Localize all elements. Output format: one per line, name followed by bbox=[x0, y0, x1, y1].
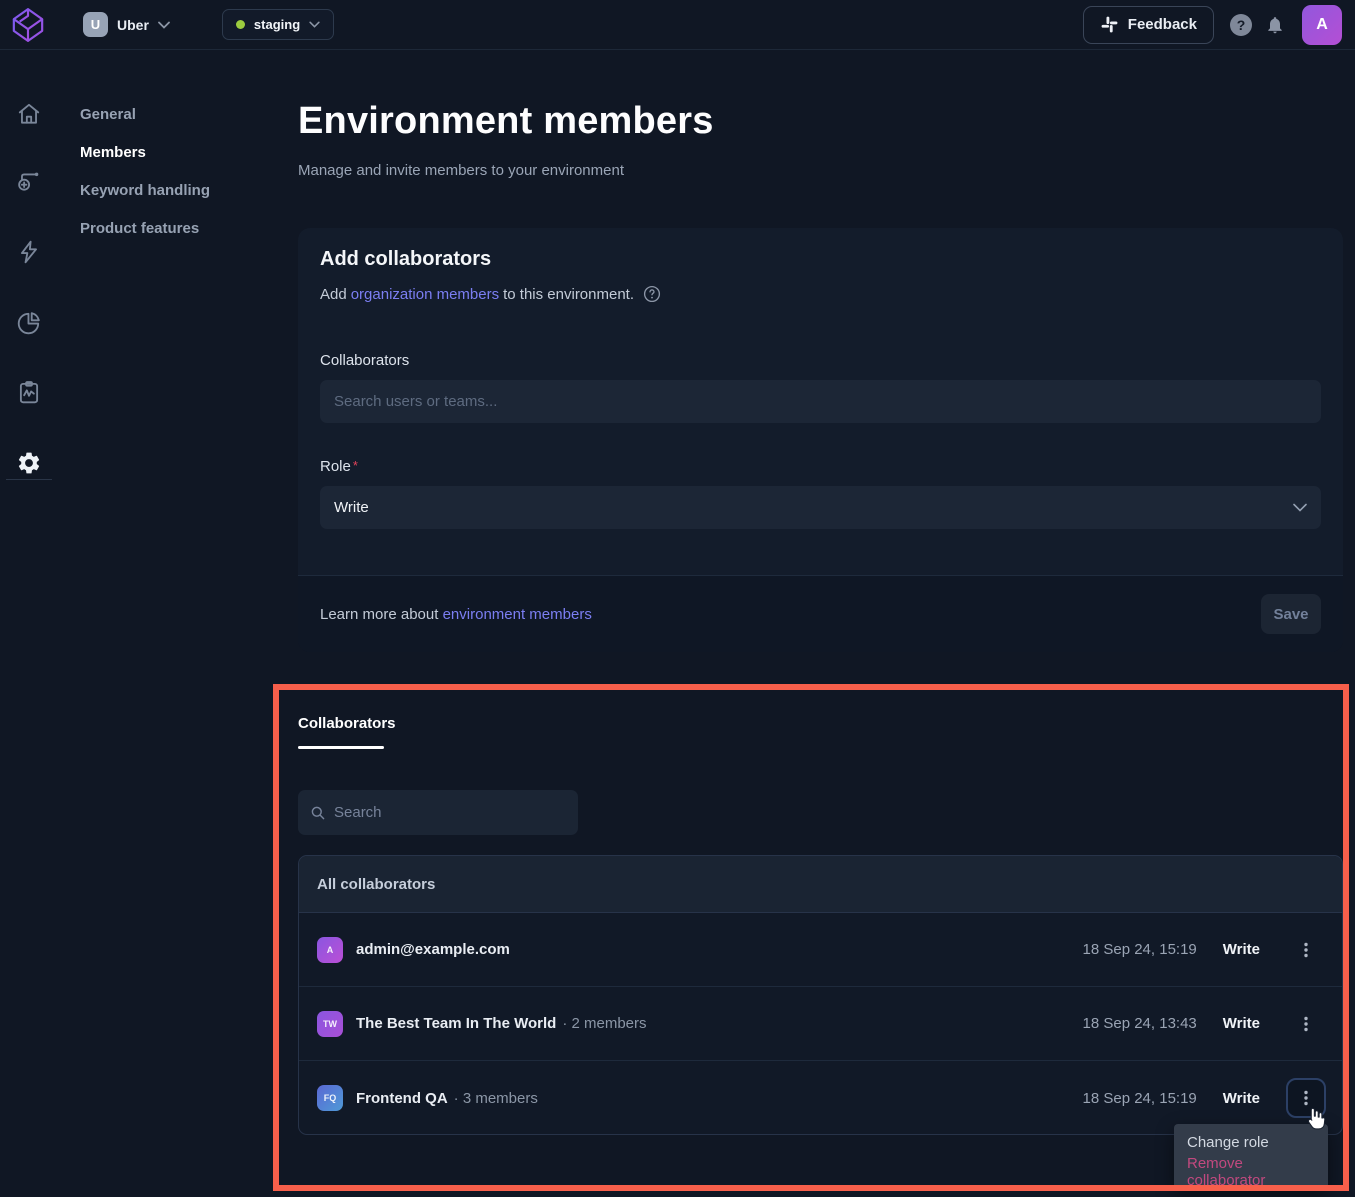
search-icon bbox=[310, 805, 326, 821]
subnav-item-general[interactable]: General bbox=[80, 106, 136, 123]
chevron-down-icon bbox=[158, 21, 170, 29]
pie-chart-icon[interactable] bbox=[15, 309, 43, 337]
added-date: 18 Sep 24, 15:19 bbox=[1083, 1090, 1197, 1107]
added-date: 18 Sep 24, 15:19 bbox=[1083, 941, 1197, 958]
avatar: FQ bbox=[317, 1085, 343, 1111]
collaborators-field-label: Collaborators bbox=[320, 352, 409, 369]
save-button[interactable]: Save bbox=[1261, 594, 1321, 634]
home-icon[interactable] bbox=[15, 100, 43, 128]
flash-icon[interactable] bbox=[15, 238, 43, 266]
help-icon: ? bbox=[1230, 14, 1252, 36]
collaborators-table: All collaborators A admin@example.com 18… bbox=[298, 855, 1343, 1135]
org-avatar: U bbox=[83, 12, 108, 37]
row-actions-kebab-button-open[interactable] bbox=[1286, 1078, 1326, 1118]
environment-status-dot bbox=[236, 20, 245, 29]
tab-active-underline bbox=[298, 746, 384, 749]
chevron-down-icon bbox=[309, 21, 320, 28]
collaborator-name: Frontend QA bbox=[356, 1090, 448, 1107]
role-select-value: Write bbox=[334, 499, 369, 516]
subnav-item-product-features[interactable]: Product features bbox=[80, 220, 199, 237]
collaborators-search-input-small[interactable] bbox=[334, 804, 566, 821]
collaborators-search-input[interactable] bbox=[320, 380, 1321, 423]
user-avatar[interactable]: A bbox=[1302, 5, 1342, 45]
notifications-button[interactable] bbox=[1258, 8, 1292, 42]
collaborator-meta: · 2 members bbox=[562, 1015, 646, 1032]
collaborator-meta: · 3 members bbox=[454, 1090, 538, 1107]
subnav-item-members[interactable]: Members bbox=[80, 144, 146, 161]
table-header: All collaborators bbox=[299, 856, 1342, 913]
topbar: U Uber staging bbox=[0, 0, 1355, 50]
icon-rail bbox=[0, 50, 58, 1197]
card-title: Add collaborators bbox=[320, 248, 491, 271]
role-select[interactable]: Write bbox=[320, 486, 1321, 529]
row-right-group: 18 Sep 24, 13:43 Write bbox=[1083, 1004, 1327, 1044]
collaborators-search-box[interactable] bbox=[298, 790, 578, 835]
avatar: A bbox=[317, 937, 343, 963]
organization-members-link[interactable]: organization members bbox=[351, 286, 499, 303]
role-value: Write bbox=[1223, 1015, 1260, 1032]
topbar-actions: Feedback ? A bbox=[1083, 5, 1342, 45]
feedback-button[interactable]: Feedback bbox=[1083, 6, 1214, 44]
required-asterisk: * bbox=[353, 458, 358, 473]
app-root: U Uber staging bbox=[0, 0, 1355, 1197]
desc-prefix: Add bbox=[320, 286, 347, 303]
collaborator-name: The Best Team In The World bbox=[356, 1015, 556, 1032]
chevron-down-icon bbox=[1293, 503, 1307, 512]
role-label-text: Role bbox=[320, 458, 351, 475]
app-logo[interactable] bbox=[7, 4, 49, 46]
kebab-icon bbox=[1297, 1015, 1315, 1033]
page-subtitle: Manage and invite members to your enviro… bbox=[298, 162, 624, 179]
row-actions-kebab-button[interactable] bbox=[1286, 1004, 1326, 1044]
row-right-group: 18 Sep 24, 15:19 Write bbox=[1083, 930, 1327, 970]
table-row[interactable]: TW The Best Team In The World · 2 member… bbox=[299, 987, 1342, 1061]
row-right-group: 18 Sep 24, 15:19 Write bbox=[1083, 1078, 1327, 1118]
question-circle-icon[interactable] bbox=[643, 285, 661, 303]
footer-prefix: Learn more about bbox=[320, 606, 438, 623]
org-switcher[interactable]: U Uber bbox=[83, 12, 170, 37]
subnav-item-keyword-handling[interactable]: Keyword handling bbox=[80, 182, 210, 199]
menu-item-remove-collaborator[interactable]: Remove collaborator bbox=[1174, 1157, 1328, 1186]
footer-text: Learn more about environment members bbox=[320, 606, 592, 623]
desc-suffix: to this environment. bbox=[503, 286, 634, 303]
environment-members-link[interactable]: environment members bbox=[443, 606, 592, 623]
environment-switcher[interactable]: staging bbox=[222, 9, 334, 40]
avatar: TW bbox=[317, 1011, 343, 1037]
bell-icon bbox=[1265, 15, 1285, 35]
report-icon[interactable] bbox=[15, 378, 43, 406]
settings-gear-icon[interactable] bbox=[15, 449, 43, 477]
feedback-label: Feedback bbox=[1128, 16, 1197, 33]
table-row[interactable]: A admin@example.com 18 Sep 24, 15:19 Wri… bbox=[299, 913, 1342, 987]
card-description: Add organization members to this environ… bbox=[320, 285, 661, 303]
slack-icon bbox=[1100, 15, 1119, 34]
org-name: Uber bbox=[117, 17, 149, 33]
row-actions-context-menu: Change role Remove collaborator bbox=[1174, 1124, 1328, 1190]
environment-name: staging bbox=[254, 17, 300, 32]
help-button[interactable]: ? bbox=[1224, 8, 1258, 42]
page-title: Environment members bbox=[298, 100, 714, 143]
add-collaborators-card: Add collaborators Add organization membe… bbox=[298, 228, 1343, 652]
card-footer: Learn more about environment members Sav… bbox=[298, 575, 1343, 652]
row-actions-kebab-button[interactable] bbox=[1286, 930, 1326, 970]
kebab-icon bbox=[1297, 941, 1315, 959]
collaborator-name: admin@example.com bbox=[356, 941, 510, 958]
added-date: 18 Sep 24, 13:43 bbox=[1083, 1015, 1197, 1032]
keyword-tag-add-icon[interactable] bbox=[15, 168, 43, 196]
kebab-icon bbox=[1297, 1089, 1315, 1107]
rail-divider bbox=[6, 479, 52, 480]
cube-logo-icon bbox=[8, 5, 48, 45]
role-field-label: Role* bbox=[320, 458, 358, 475]
menu-item-change-role[interactable]: Change role bbox=[1174, 1128, 1328, 1157]
role-value: Write bbox=[1223, 941, 1260, 958]
role-value: Write bbox=[1223, 1090, 1260, 1107]
tab-collaborators[interactable]: Collaborators bbox=[298, 715, 396, 732]
